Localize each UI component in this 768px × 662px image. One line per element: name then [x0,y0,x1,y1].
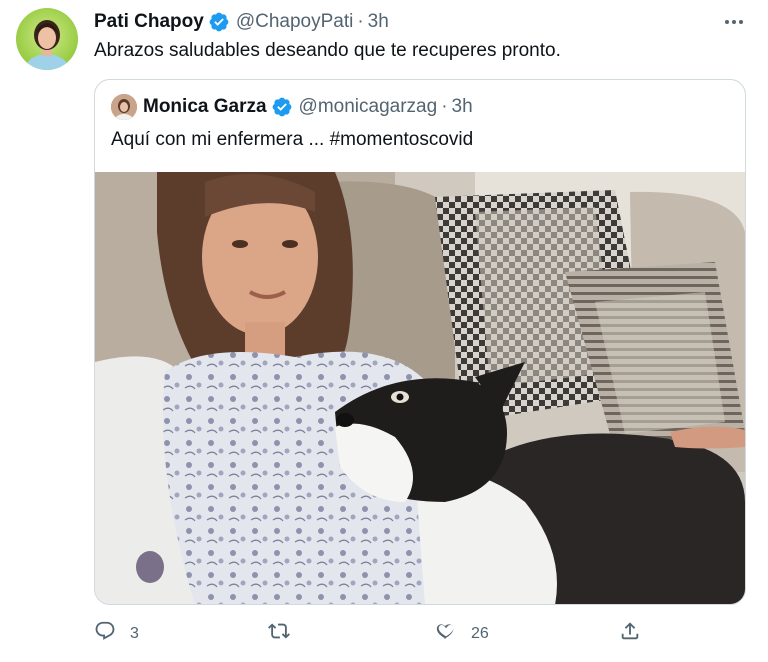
share-icon [619,620,641,647]
more-icon[interactable] [722,10,746,34]
quoted-tweet-text: Aquí con mi enfermera ... #momentoscovid [111,129,474,150]
like-count: 26 [471,624,489,642]
author-name[interactable]: Pati Chapoy [94,11,204,33]
like-button[interactable]: 26 [435,620,489,647]
verified-icon [271,96,293,118]
quoted-author-handle[interactable]: @monicagarzag [299,96,438,118]
verified-icon [208,11,230,33]
quoted-author-name[interactable]: Monica Garza [143,96,267,118]
reply-button[interactable]: 3 [94,620,139,647]
quoted-tweet-photo[interactable] [95,172,745,604]
retweet-button[interactable] [268,620,304,647]
quoted-timestamp[interactable]: 3h [452,96,473,118]
share-button[interactable] [619,620,641,647]
reply-count: 3 [130,624,139,642]
quoted-avatar[interactable] [111,94,137,120]
tweet-text: Abrazos saludables deseando que te recup… [94,40,561,61]
reply-icon [94,620,116,647]
tweet[interactable]: Pati Chapoy @ChapoyPati · 3h Abrazos sal… [0,0,768,662]
separator-dot: · [441,96,448,117]
author-handle[interactable]: @ChapoyPati [236,11,354,33]
separator-dot: · [357,11,364,32]
like-icon [435,620,457,647]
quoted-tweet-header: Monica Garza @monicagarzag · 3h [111,94,473,120]
quoted-tweet[interactable]: Monica Garza @monicagarzag · 3h Aquí con… [94,79,746,605]
retweet-icon [268,620,290,647]
tweet-header: Pati Chapoy @ChapoyPati · 3h [94,9,389,35]
timestamp[interactable]: 3h [368,11,389,33]
avatar[interactable] [16,8,78,70]
tweet-actions: 3 26 [94,620,654,650]
